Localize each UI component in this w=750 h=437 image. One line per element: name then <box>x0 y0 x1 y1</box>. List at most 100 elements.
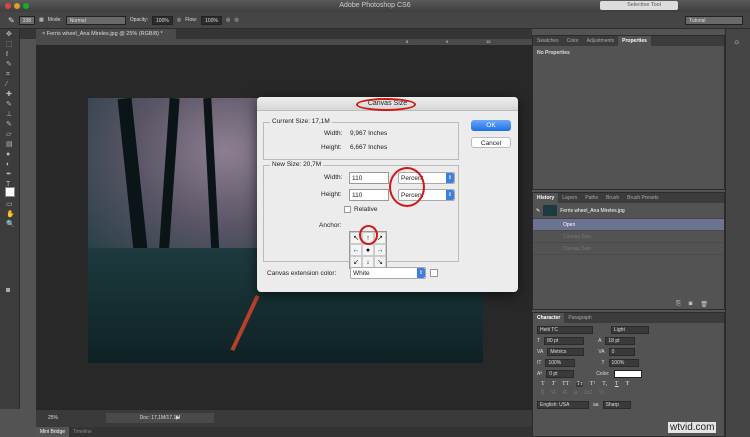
selective-tool-window[interactable]: Selective Tool <box>600 1 678 10</box>
trash-icon[interactable]: 🗑 <box>700 301 708 308</box>
clone-stamp-icon[interactable]: ⊥ <box>6 111 14 119</box>
font-size-input[interactable]: 80 pt <box>544 337 585 345</box>
brush-tool-icon[interactable]: ✎ <box>8 16 15 25</box>
zoom-tool-icon[interactable]: 🔍 <box>6 221 15 229</box>
cancel-button[interactable]: Cancel <box>471 137 511 148</box>
history-brush-icon[interactable]: ✎ <box>6 121 14 129</box>
healing-brush-icon[interactable]: ✚ <box>6 91 14 99</box>
tab-color[interactable]: Color <box>563 36 583 46</box>
airbrush-icon[interactable]: ◎ <box>226 17 230 23</box>
tab-adjustments[interactable]: Adjustments <box>583 36 619 46</box>
small-caps-button[interactable]: Tт <box>576 381 583 387</box>
font-family-select[interactable]: Heiti TC <box>537 326 593 334</box>
ordinals-icon[interactable]: 1st <box>584 390 592 396</box>
font-style-select[interactable]: Light <box>611 326 649 334</box>
tab-properties[interactable]: Properties <box>618 36 651 46</box>
subscript-button[interactable]: T₁ <box>602 381 608 387</box>
tab-character[interactable]: Character <box>533 313 565 323</box>
pressure-opacity-icon[interactable]: ◎ <box>177 17 181 23</box>
ok-button[interactable]: OK <box>471 120 511 131</box>
history-state[interactable]: Canvas Size <box>533 231 724 243</box>
zoom-level[interactable]: 25% <box>48 415 58 421</box>
leading-input[interactable]: 18 pt <box>605 337 636 345</box>
crop-tool-icon[interactable]: ⌗ <box>6 71 14 79</box>
mode-label: Mode: <box>47 17 62 23</box>
history-snapshot[interactable]: ✎ Ferris wheel_Ana Mireles.jpg <box>533 203 724 219</box>
hand-tool-icon[interactable]: ✋ <box>6 211 15 219</box>
anchor-left[interactable]: ← <box>350 244 362 256</box>
faux-bold-button[interactable]: T <box>541 381 545 387</box>
brush-tool-icon[interactable]: ✎ <box>6 101 14 109</box>
underline-button[interactable]: T <box>615 381 619 387</box>
move-tool-icon[interactable]: ✥ <box>6 31 14 39</box>
tab-brush[interactable]: Brush <box>602 193 623 203</box>
shape-tool-icon[interactable]: ▭ <box>6 201 14 209</box>
document-tab[interactable]: × Ferris wheel_Ana Mireles.jpg @ 25% (RG… <box>36 29 176 39</box>
swash-icon[interactable]: A <box>563 390 567 396</box>
extension-color-swatch[interactable] <box>430 269 438 277</box>
status-menu-arrow-icon[interactable]: ▶ <box>176 415 180 421</box>
zoom-window-button[interactable] <box>23 3 29 9</box>
anchor-center[interactable]: ● <box>362 244 374 256</box>
doc-info[interactable]: Doc: 17,1M/17,1M <box>106 413 214 423</box>
tab-mini-bridge[interactable]: Mini Bridge <box>36 427 70 437</box>
blur-tool-icon[interactable]: ● <box>6 151 14 159</box>
anchor-right[interactable]: → <box>374 244 386 256</box>
pen-tool-icon[interactable]: ✒ <box>6 171 14 179</box>
vertical-scale-input[interactable]: 100% <box>545 359 576 367</box>
tab-paths[interactable]: Paths <box>581 193 602 203</box>
height-input[interactable]: 110 <box>349 189 389 201</box>
all-caps-button[interactable]: TT <box>562 381 569 387</box>
dodge-tool-icon[interactable]: ◐ <box>6 161 14 169</box>
relative-checkbox[interactable] <box>344 206 351 213</box>
discretionary-ligature-icon[interactable]: st <box>551 390 556 396</box>
history-brush-icon: ✎ <box>536 207 541 214</box>
text-color-swatch[interactable] <box>613 370 642 378</box>
tab-timeline[interactable]: Timeline <box>73 427 92 437</box>
gradient-icon[interactable]: ▤ <box>6 141 14 149</box>
minimize-window-button[interactable] <box>14 3 20 9</box>
brush-size-picker[interactable]: 338 <box>18 15 36 25</box>
faux-italic-button[interactable]: T <box>552 381 555 387</box>
tab-brush-presets[interactable]: Brush Presets <box>623 193 662 203</box>
collapsed-panel-dock: ☼ <box>725 29 750 437</box>
marquee-tool-icon[interactable]: ⬚ <box>6 41 14 49</box>
new-snapshot-icon[interactable]: ◙ <box>689 301 693 308</box>
foreground-color-swatch[interactable] <box>5 187 15 197</box>
current-size-group: Current Size: 17,1M Width: 9,967 Inches … <box>263 118 459 160</box>
eyedropper-icon[interactable]: ⁄ <box>6 81 14 89</box>
quick-mask-icon[interactable]: ◙ <box>6 287 14 295</box>
tab-swatches[interactable]: Swatches <box>533 36 563 46</box>
tab-layers[interactable]: Layers <box>558 193 581 203</box>
width-input[interactable]: 110 <box>349 172 389 184</box>
adjustments-icon[interactable]: ☼ <box>733 37 750 46</box>
brush-panel-icon[interactable]: ▦ <box>39 17 44 23</box>
antialias-select[interactable]: Sharp <box>602 401 631 409</box>
history-state[interactable]: Canvas Size <box>533 243 724 255</box>
ligature-icon[interactable]: ﬁ <box>541 390 544 396</box>
eraser-icon[interactable]: ▱ <box>6 131 14 139</box>
quick-select-icon[interactable]: ✎ <box>6 61 14 69</box>
superscript-button[interactable]: T¹ <box>590 381 595 387</box>
lasso-tool-icon[interactable]: ℓ <box>6 51 14 59</box>
strikethrough-button[interactable]: Ŧ <box>626 381 630 387</box>
fractions-icon[interactable]: ½ <box>599 390 604 396</box>
baseline-shift-input[interactable]: 0 pt <box>546 370 575 378</box>
tracking-input[interactable]: 0 <box>608 348 635 356</box>
tab-paragraph[interactable]: Paragraph <box>564 313 595 323</box>
workspace-select[interactable]: Tutorial <box>685 16 743 25</box>
extension-color-select[interactable]: White ⇕ <box>350 267 426 279</box>
new-document-from-state-icon[interactable]: ⎘ <box>676 301 681 308</box>
kerning-select[interactable]: Metrics <box>547 348 585 356</box>
history-state[interactable]: Open <box>533 219 724 231</box>
tab-history[interactable]: History <box>533 193 559 203</box>
close-window-button[interactable] <box>5 3 11 9</box>
pressure-size-icon[interactable]: ◎ <box>234 17 238 23</box>
flow-input[interactable]: 100% <box>201 15 222 25</box>
horizontal-scale-input[interactable]: 100% <box>608 359 639 367</box>
language-select[interactable]: English: USA <box>537 401 589 409</box>
highlight-circle <box>359 225 378 245</box>
mode-select[interactable]: Normal <box>65 15 126 25</box>
stylistic-alternates-icon[interactable]: a <box>574 390 577 396</box>
opacity-input[interactable]: 100% <box>152 15 173 25</box>
